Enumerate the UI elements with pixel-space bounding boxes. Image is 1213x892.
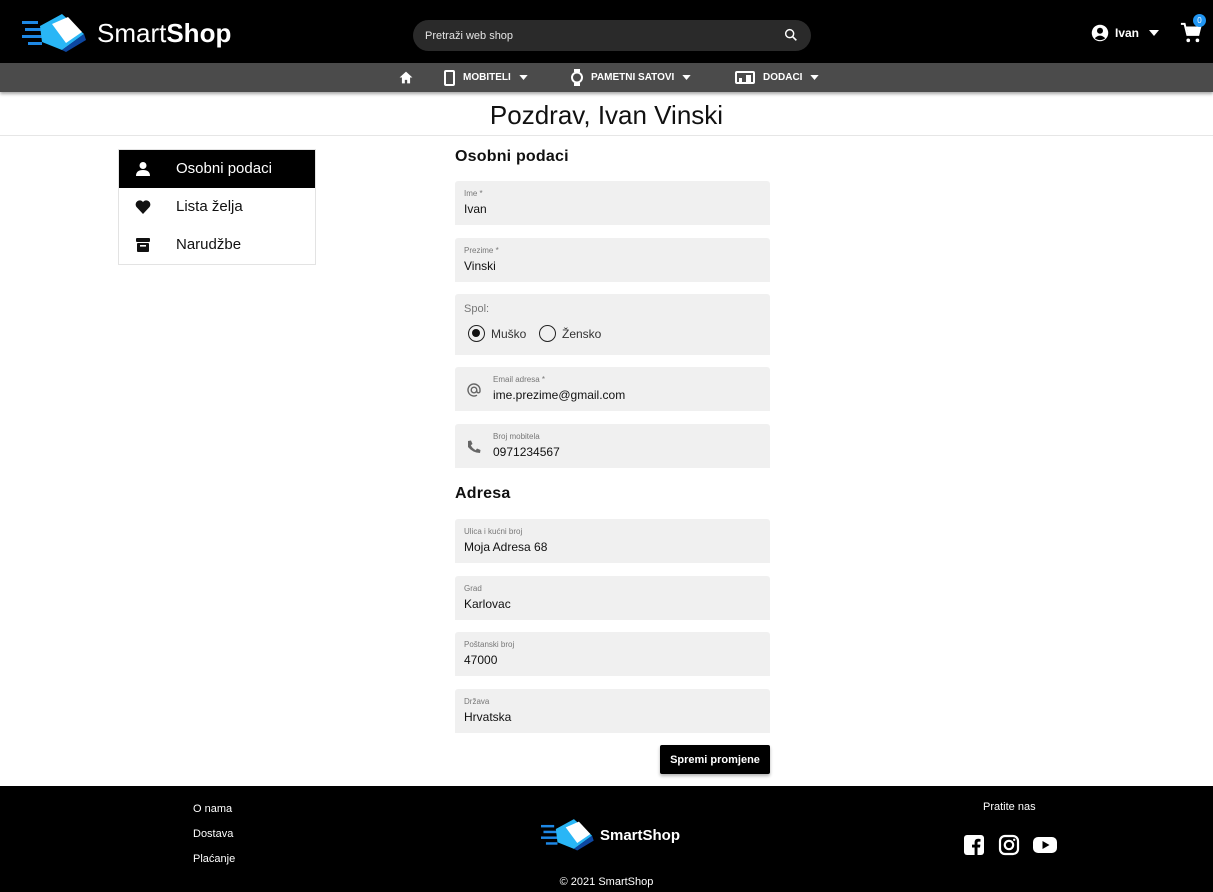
search-input[interactable] <box>425 20 765 51</box>
phone-icon <box>444 69 455 86</box>
divider <box>0 135 1213 136</box>
radio-label: Muško <box>491 326 527 341</box>
logo-text-light: Smart <box>97 18 167 48</box>
heart-icon <box>135 200 151 214</box>
page-title: Pozdrav, Ivan Vinski <box>489 100 724 130</box>
nav-item-mobiteli[interactable]: MOBITELI <box>444 63 528 92</box>
chevron-down-icon <box>682 75 692 80</box>
field-label: Ime * <box>464 189 483 198</box>
search-bar <box>413 20 811 51</box>
section-title-personal: Osobni podaci <box>455 148 569 165</box>
first-name-field[interactable]: Ime * <box>455 181 770 225</box>
header: SmartShop Ivan 0 <box>0 0 1213 63</box>
chevron-down-icon <box>1149 30 1160 36</box>
chevron-down-icon <box>810 75 820 80</box>
archive-icon <box>136 238 150 252</box>
first-name-input[interactable] <box>464 202 754 216</box>
postal-code-input[interactable] <box>464 653 754 667</box>
copyright: © 2021 SmartShop <box>559 876 654 888</box>
chevron-down-icon <box>519 75 528 80</box>
field-label: Spol: <box>464 303 490 315</box>
sidebar-item-label: Narudžbe <box>176 236 242 253</box>
logo[interactable] <box>22 12 90 52</box>
city-field[interactable]: Grad <box>455 576 770 620</box>
footer-link-placanje[interactable]: Plaćanje <box>193 853 235 865</box>
field-label: Broj mobitela <box>493 432 540 441</box>
street-input[interactable] <box>464 540 754 554</box>
account-circle-icon <box>1091 24 1109 42</box>
field-label: Poštanski broj <box>464 640 515 649</box>
gender-radio-musko[interactable]: Muško <box>468 325 526 342</box>
logo-icon <box>22 14 86 52</box>
follow-us-label: Pratite nas <box>983 801 1036 813</box>
email-field[interactable]: Email adresa * <box>455 367 783 411</box>
footer-link-dostava[interactable]: Dostava <box>193 828 233 840</box>
email-input[interactable] <box>493 388 783 402</box>
radio-label: Žensko <box>562 326 602 341</box>
logo-text[interactable]: SmartShop <box>97 18 231 48</box>
sidebar-item-label: Osobni podaci <box>176 160 272 177</box>
youtube-icon[interactable] <box>1032 834 1058 856</box>
search-icon[interactable] <box>783 27 799 43</box>
phone-handset-icon <box>468 440 481 453</box>
watch-icon <box>571 69 583 86</box>
nav-label: MOBITELI <box>463 72 511 83</box>
last-name-input[interactable] <box>464 259 754 273</box>
nav-label: PAMETNI SATOVI <box>591 72 675 83</box>
main-nav: MOBITELI PAMETNI SATOVI DODACI <box>0 63 1213 92</box>
nav-label: DODACI <box>763 72 803 83</box>
nav-home[interactable] <box>399 63 413 92</box>
country-input[interactable] <box>464 710 754 724</box>
street-field[interactable]: Ulica i kućni broj <box>455 519 770 563</box>
radio-unchecked-icon <box>539 325 556 342</box>
radio-checked-icon <box>468 325 485 342</box>
nav-item-dodaci[interactable]: DODACI <box>735 63 820 92</box>
sidebar-item-osobni-podaci[interactable]: Osobni podaci <box>119 150 315 188</box>
footer-logo-text[interactable]: SmartShop <box>600 827 680 844</box>
gender-field: Spol: Muško Žensko <box>455 294 770 355</box>
phone-input[interactable] <box>493 445 783 459</box>
sidebar-item-lista-zelja[interactable]: Lista želja <box>119 188 315 226</box>
section-title-address: Adresa <box>455 485 511 502</box>
field-label: Grad <box>464 584 482 593</box>
last-name-field[interactable]: Prezime * <box>455 238 770 282</box>
accessories-icon <box>735 71 755 84</box>
footer-logo-icon <box>541 819 594 851</box>
logo-text-bold: Shop <box>166 18 232 48</box>
sidebar-item-narudzbe[interactable]: Narudžbe <box>119 226 315 264</box>
field-label: Ulica i kućni broj <box>464 527 523 536</box>
user-menu[interactable]: Ivan <box>1091 24 1160 42</box>
field-label: Država <box>464 697 490 706</box>
postal-code-field[interactable]: Poštanski broj <box>455 632 770 676</box>
footer-link-o-nama[interactable]: O nama <box>193 803 232 815</box>
at-sign-icon <box>467 383 481 397</box>
country-field[interactable]: Država <box>455 689 770 733</box>
facebook-icon[interactable] <box>963 834 985 856</box>
field-label: Prezime * <box>464 246 499 255</box>
instagram-icon[interactable] <box>998 834 1020 856</box>
save-button[interactable]: Spremi promjene <box>660 745 770 774</box>
account-sidebar: Osobni podaci Lista želja Narudžbe <box>118 149 316 265</box>
user-name: Ivan <box>1115 26 1140 40</box>
sidebar-item-label: Lista želja <box>176 198 243 215</box>
person-icon <box>136 162 150 176</box>
phone-field[interactable]: Broj mobitela <box>455 424 783 468</box>
city-input[interactable] <box>464 597 754 611</box>
home-icon <box>399 71 413 84</box>
footer: O nama Dostava Plaćanje SmartShop © 2021… <box>0 786 1213 892</box>
nav-item-pametni-satovi[interactable]: PAMETNI SATOVI <box>571 63 692 92</box>
gender-radio-zensko[interactable]: Žensko <box>539 325 601 342</box>
field-label: Email adresa * <box>493 375 546 384</box>
cart-count-badge: 0 <box>1193 14 1206 27</box>
